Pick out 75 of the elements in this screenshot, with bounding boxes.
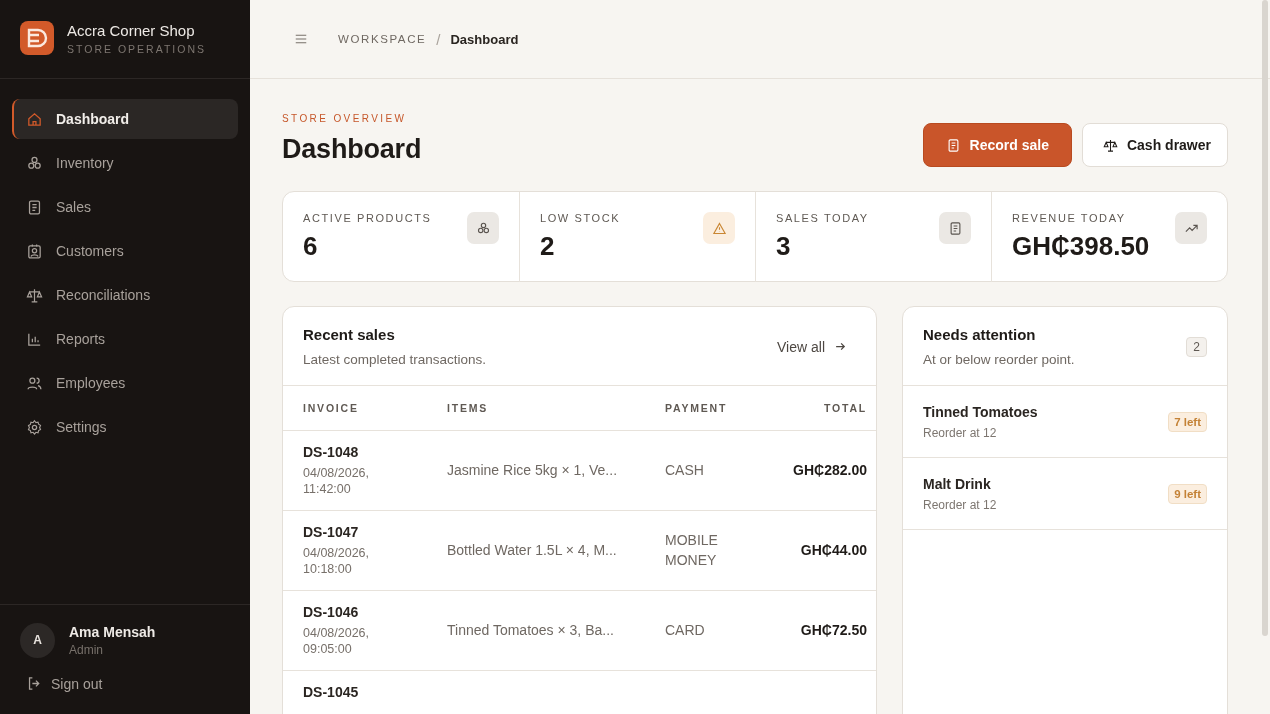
count-badge: 2 [1186,336,1207,357]
total-amount: GH₵282.00 [793,462,867,478]
invoice-number: DS-1045 [303,683,360,700]
sign-out-icon [26,675,43,692]
boxes-icon [475,220,491,236]
items-text: Jasmine Rice 5kg × 1, Ve... [447,462,618,478]
payment-method: MOBILE MONEY [665,530,719,570]
nav-item[interactable]: Employees [12,363,238,403]
invoice-date: 04/08/2026, 10:18:00 [303,544,371,579]
nav-item[interactable]: Sales [12,187,238,227]
invoice-number: DS-1047 [303,523,360,540]
column-header: TOTAL [774,386,876,430]
stat-value: GH₵398.50 [1012,231,1150,262]
nav-item[interactable]: Reports [12,319,238,359]
receipt-icon [945,137,961,153]
total-amount: GH₵72.50 [800,622,867,638]
contact-card-icon [26,242,43,260]
avatar: A [20,622,55,658]
card-title: Needs attention [923,326,1037,343]
user-name: Ama Mensah [69,623,156,640]
nav-item[interactable]: Dashboard [12,99,238,139]
stat-label: ACTIVE PRODUCTS [303,212,432,224]
stat-value: 2 [540,231,556,262]
warning-icon [711,220,727,236]
receipt-icon [947,220,963,236]
stat-label: LOW STOCK [540,212,621,224]
store-name: Accra Corner Shop [67,21,196,39]
sign-out-link[interactable]: Sign out [26,675,250,692]
total-amount: GH₵44.00 [800,542,867,558]
scrollbar[interactable] [1262,0,1268,636]
invoice-number: DS-1048 [303,443,360,460]
invoice-number: DS-1046 [303,603,360,620]
stock-badge: 9 left [1168,483,1207,504]
invoice-date: 04/08/2026, 11:42:00 [303,464,371,499]
product-name: Malt Drink [923,475,992,492]
settings-icon [26,418,43,436]
column-header: ITEMS [446,386,664,430]
stat-value: 6 [303,231,319,262]
boxes-icon [26,154,43,172]
breadcrumb-separator: / [436,30,441,48]
column-header: PAYMENT [664,386,774,430]
invoice-date: 04/08/2026, 09:05:00 [303,624,371,659]
scale-icon [1102,137,1118,153]
home-icon [26,110,43,128]
items-text: Tinned Tomatoes × 3, Ba... [447,622,614,638]
card-subtitle: Latest completed transactions. [303,352,487,367]
stat-value: 3 [776,231,792,262]
stat-label: REVENUE TODAY [1012,212,1127,224]
product-name: Tinned Tomatoes [923,403,1038,420]
nav-item[interactable]: Settings [12,407,238,447]
receipt-icon [26,198,43,216]
nav-item[interactable]: Customers [12,231,238,271]
breadcrumb-current: Dashboard [450,31,519,47]
payment-method: CARD [665,620,706,640]
stock-badge: 7 left [1168,411,1207,432]
breadcrumb-link[interactable]: WORKSPACE [338,33,427,45]
page-title: Dashboard [282,134,422,165]
view-all-link[interactable]: View all [777,338,848,355]
user-role: Admin [69,642,104,657]
card-subtitle: At or below reorder point. [923,352,1075,367]
section-eyebrow: STORE OVERVIEW [282,113,408,124]
card-title: Recent sales [303,326,396,343]
nav-item[interactable]: Reconciliations [12,275,238,315]
reorder-note: Reorder at 12 [923,425,998,440]
cash-drawer-button[interactable]: Cash drawer [1081,123,1228,167]
reorder-note: Reorder at 12 [923,497,997,512]
stat-label: SALES TODAY [776,212,869,224]
store-tagline: STORE OPERATIONS [67,42,206,55]
scale-icon [26,286,43,304]
logo-icon [20,21,54,55]
column-header: INVOICE [283,386,446,430]
record-sale-button[interactable]: Record sale [922,123,1072,167]
nav-item[interactable]: Inventory [12,143,238,183]
payment-method: CASH [665,460,705,480]
items-text: Bottled Water 1.5L × 4, M... [447,542,617,558]
